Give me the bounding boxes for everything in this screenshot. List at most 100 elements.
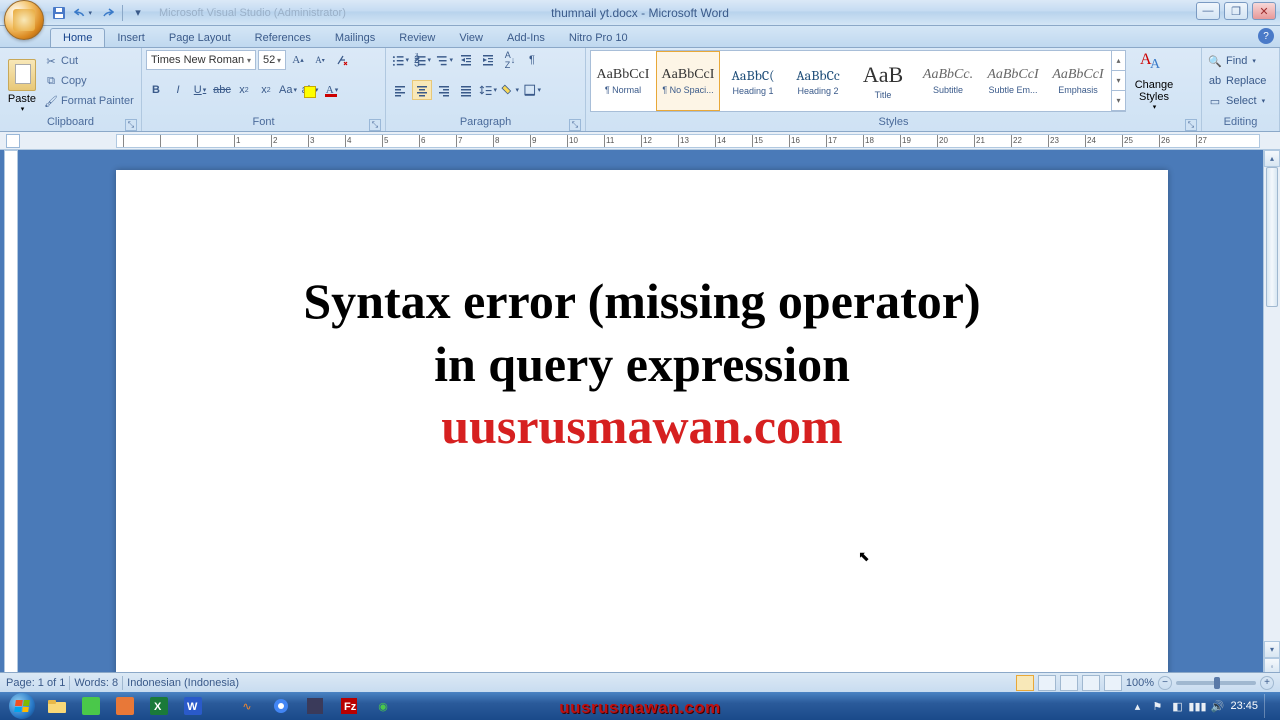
strikethrough-button[interactable]: abc	[212, 80, 232, 100]
numbering-button[interactable]: 123▾	[412, 50, 432, 70]
tab-mailings[interactable]: Mailings	[323, 29, 387, 47]
taskbar-app-1-icon[interactable]	[75, 694, 107, 718]
zoom-level[interactable]: 100%	[1126, 677, 1154, 689]
style-title[interactable]: AaBTitle	[851, 51, 915, 111]
font-size-combo[interactable]: 52▾	[258, 50, 286, 70]
styles-scroll-down[interactable]: ▾	[1112, 71, 1125, 91]
tab-page-layout[interactable]: Page Layout	[157, 29, 243, 47]
style-emphasis[interactable]: AaBbCcIEmphasis	[1046, 51, 1110, 111]
status-language[interactable]: Indonesian (Indonesia)	[127, 677, 239, 689]
font-color-button[interactable]: A▾	[322, 80, 342, 100]
replace-button[interactable]: abReplace	[1206, 72, 1268, 90]
justify-button[interactable]	[456, 80, 476, 100]
view-web-layout[interactable]	[1060, 675, 1078, 691]
scroll-up-button[interactable]: ▴	[1264, 150, 1280, 167]
start-button[interactable]	[4, 692, 40, 720]
document-page[interactable]: Syntax error (missing operator) in query…	[116, 170, 1168, 692]
tab-addins[interactable]: Add-Ins	[495, 29, 557, 47]
shrink-font-button[interactable]: A▾	[310, 50, 330, 70]
ruler-toggle[interactable]	[6, 134, 20, 148]
clear-formatting-button[interactable]	[332, 50, 352, 70]
tab-references[interactable]: References	[243, 29, 323, 47]
styles-scroll-up[interactable]: ▴	[1112, 51, 1125, 71]
select-button[interactable]: ▭Select▾	[1206, 92, 1268, 110]
tab-review[interactable]: Review	[387, 29, 447, 47]
style-heading-2[interactable]: AaBbCcHeading 2	[786, 51, 850, 111]
taskbar-chrome-icon[interactable]	[265, 694, 297, 718]
align-center-button[interactable]	[412, 80, 432, 100]
close-button[interactable]: ✕	[1252, 2, 1276, 20]
change-styles-button[interactable]: A A Change Styles ▾	[1132, 50, 1176, 112]
show-marks-button[interactable]: ¶	[522, 50, 542, 70]
superscript-button[interactable]: x2	[256, 80, 276, 100]
taskbar-app-3-icon[interactable]	[299, 694, 331, 718]
multilevel-list-button[interactable]: ▾	[434, 50, 454, 70]
tray-network-icon[interactable]: ▮▮▮	[1190, 699, 1204, 713]
help-icon[interactable]: ?	[1258, 28, 1274, 44]
zoom-out-button[interactable]: −	[1158, 676, 1172, 690]
underline-button[interactable]: U▾	[190, 80, 210, 100]
tab-home[interactable]: Home	[50, 28, 105, 47]
font-launcher[interactable]: ⤡	[369, 119, 381, 131]
format-painter-button[interactable]: 🖌Format Painter	[42, 92, 136, 110]
view-draft[interactable]	[1104, 675, 1122, 691]
zoom-in-button[interactable]: +	[1260, 676, 1274, 690]
style-normal[interactable]: AaBbCcI¶ Normal	[591, 51, 655, 111]
styles-expand[interactable]: ▾	[1112, 91, 1125, 111]
taskbar-app-2-icon[interactable]	[109, 694, 141, 718]
bold-button[interactable]: B	[146, 80, 166, 100]
tab-nitro[interactable]: Nitro Pro 10	[557, 29, 640, 47]
taskbar-rss-icon[interactable]: ∿	[231, 694, 263, 718]
redo-icon[interactable]	[98, 4, 116, 22]
scroll-down-button[interactable]: ▾	[1264, 641, 1280, 658]
view-print-layout[interactable]	[1016, 675, 1034, 691]
taskbar-excel-icon[interactable]: X	[143, 694, 175, 718]
sort-button[interactable]: AZ↓	[500, 50, 520, 70]
save-icon[interactable]	[50, 4, 68, 22]
undo-icon[interactable]: ▾	[74, 4, 92, 22]
tab-view[interactable]: View	[447, 29, 495, 47]
tab-insert[interactable]: Insert	[105, 29, 157, 47]
qat-customize-icon[interactable]: ▾	[129, 4, 147, 22]
paste-button[interactable]: Paste ▾	[4, 50, 40, 114]
paragraph-launcher[interactable]: ⤡	[569, 119, 581, 131]
taskbar-app-4-icon[interactable]: ◉	[367, 694, 399, 718]
scroll-thumb[interactable]	[1266, 167, 1278, 307]
show-desktop-button[interactable]	[1264, 694, 1272, 718]
borders-button[interactable]: ▾	[522, 80, 542, 100]
minimize-button[interactable]: —	[1196, 2, 1220, 20]
style-no-spacing[interactable]: AaBbCcI¶ No Spaci...	[656, 51, 720, 111]
office-button[interactable]	[4, 0, 44, 40]
align-left-button[interactable]	[390, 80, 410, 100]
tray-volume-icon[interactable]: 🔊	[1210, 699, 1224, 713]
increase-indent-button[interactable]	[478, 50, 498, 70]
style-subtle-emphasis[interactable]: AaBbCcISubtle Em...	[981, 51, 1045, 111]
align-right-button[interactable]	[434, 80, 454, 100]
tray-flag-icon[interactable]: ⚑	[1150, 699, 1164, 713]
cut-button[interactable]: ✂Cut	[42, 52, 136, 70]
vertical-scrollbar[interactable]: ▴ ▾ ◦ ◦	[1263, 150, 1280, 692]
change-case-button[interactable]: Aa▾	[278, 80, 298, 100]
restore-button[interactable]: ❐	[1224, 2, 1248, 20]
view-full-screen[interactable]	[1038, 675, 1056, 691]
decrease-indent-button[interactable]	[456, 50, 476, 70]
highlight-button[interactable]: ab▾	[300, 80, 320, 100]
style-subtitle[interactable]: AaBbCc.Subtitle	[916, 51, 980, 111]
find-button[interactable]: 🔍Find▾	[1206, 52, 1268, 70]
italic-button[interactable]: I	[168, 80, 188, 100]
line-spacing-button[interactable]: ▾	[478, 80, 498, 100]
styles-launcher[interactable]: ⤡	[1185, 119, 1197, 131]
subscript-button[interactable]: x2	[234, 80, 254, 100]
shading-button[interactable]: ▾	[500, 80, 520, 100]
tray-clock[interactable]: 23:45	[1230, 700, 1258, 712]
status-words[interactable]: Words: 8	[74, 677, 118, 689]
view-outline[interactable]	[1082, 675, 1100, 691]
grow-font-button[interactable]: A▴	[288, 50, 308, 70]
style-heading-1[interactable]: AaBbC(Heading 1	[721, 51, 785, 111]
clipboard-launcher[interactable]: ⤡	[125, 119, 137, 131]
tray-app-icon[interactable]: ◧	[1170, 699, 1184, 713]
font-name-combo[interactable]: Times New Roman▾	[146, 50, 256, 70]
copy-button[interactable]: ⧉Copy	[42, 72, 136, 90]
zoom-slider[interactable]	[1176, 681, 1256, 685]
bullets-button[interactable]: ▾	[390, 50, 410, 70]
